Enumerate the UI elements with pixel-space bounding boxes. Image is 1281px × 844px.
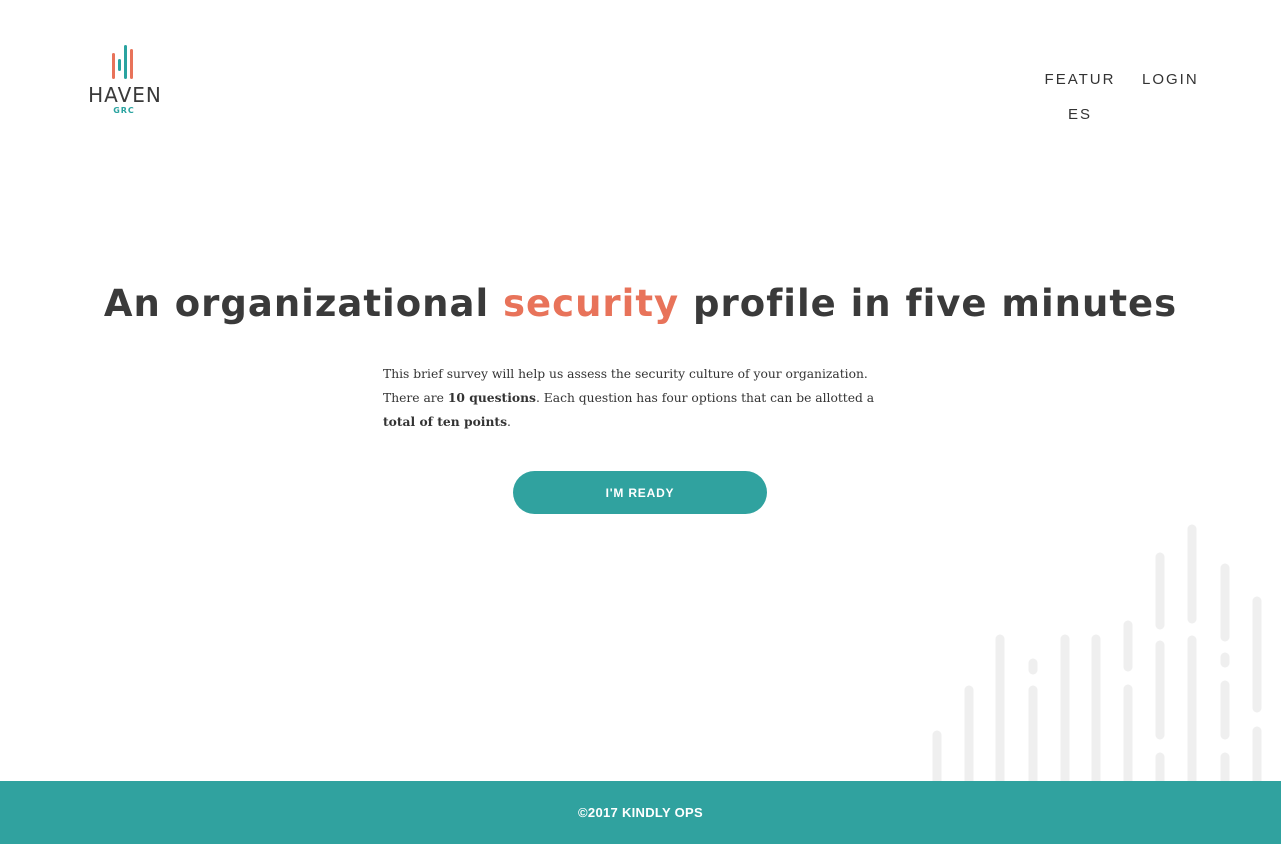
intro-text-3: . — [507, 415, 511, 429]
intro-text-2: . Each question has four options that ca… — [535, 391, 875, 405]
hero-title-start: An organizational — [103, 282, 504, 325]
im-ready-button[interactable]: I'M READY — [513, 471, 767, 514]
nav-link-features[interactable]: FEATURES — [1040, 62, 1120, 132]
hero-title-end: profile in five minutes — [679, 282, 1178, 325]
footer: ©2017 KINDLY OPS — [0, 781, 1281, 844]
intro-question-count: 10 questions — [447, 390, 536, 405]
hero-title: An organizational security profile in fi… — [0, 282, 1281, 325]
hero-title-accent: security — [503, 282, 680, 325]
nav-link-login[interactable]: LOGIN — [1142, 62, 1199, 97]
logo-wordmark: HAVEN — [88, 83, 162, 107]
logo-subtitle: GRC — [113, 106, 135, 115]
footer-copyright: ©2017 KINDLY OPS — [578, 805, 703, 820]
intro-paragraph: This brief survey will help us assess th… — [383, 362, 898, 434]
intro-points-total: total of ten points — [383, 414, 507, 429]
haven-grc-logo[interactable]: HAVEN GRC — [84, 45, 166, 117]
logo-bars-icon — [112, 45, 136, 79]
equalizer-bars-decoration — [932, 524, 1262, 781]
